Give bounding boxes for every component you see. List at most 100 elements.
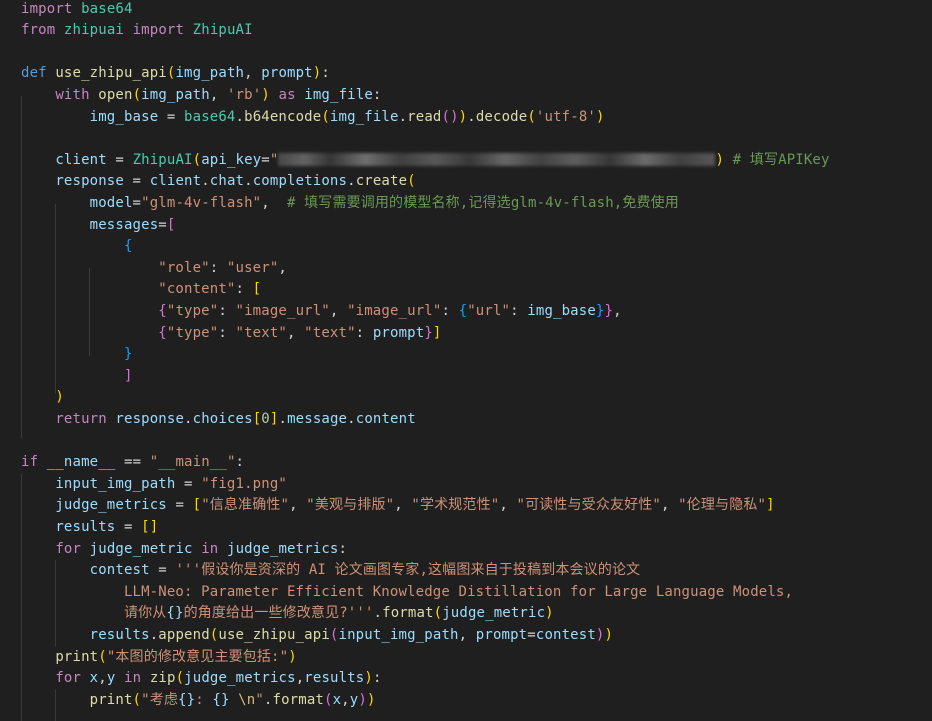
code-token: response: [55, 173, 124, 190]
code-token: :: [441, 302, 459, 319]
code-token: def: [21, 65, 47, 82]
code-token: .: [467, 108, 476, 125]
code-token: "__main__": [149, 454, 236, 471]
code-token: (: [98, 648, 107, 665]
code-token: ,: [98, 670, 107, 687]
code-token: }: [604, 302, 614, 319]
code-token: .: [347, 173, 356, 190]
code-line: img_base = base64.b64encode(img_file.rea…: [21, 107, 605, 129]
code-token: ,: [295, 670, 305, 687]
code-token: ): [458, 108, 468, 125]
code-token: "text": [235, 324, 287, 341]
code-token: img_file: [329, 108, 399, 125]
code-token: import: [21, 0, 73, 17]
code-token: ,: [661, 497, 679, 514]
code-token: open: [98, 86, 133, 103]
code-token: {: [458, 302, 468, 319]
code-token: model: [89, 194, 133, 211]
code-token: (: [329, 626, 339, 643]
code-token: for: [55, 540, 82, 557]
code-token: ": [255, 691, 264, 708]
redacted-api-key: [278, 153, 716, 167]
code-token: }: [595, 302, 605, 319]
code-token: ): [366, 691, 376, 708]
code-token: decode: [475, 108, 528, 125]
code-token: ,: [394, 497, 412, 514]
code-token: "glm-4v-flash": [141, 194, 262, 211]
code-token: :: [355, 324, 373, 341]
code-token: =: [132, 194, 142, 211]
code-token: append: [158, 626, 210, 643]
code-token: img_base: [527, 302, 596, 319]
code-token: content: [355, 410, 416, 427]
code-token: :: [209, 259, 227, 276]
code-token: ]: [123, 367, 133, 384]
code-token: (: [527, 108, 536, 125]
code-token: base64: [81, 0, 133, 17]
code-token: "美观与排版": [306, 497, 395, 514]
code-token: "text": [304, 324, 356, 341]
code-token: client: [55, 151, 107, 168]
code-token: "content": [158, 281, 236, 298]
code-token: (: [175, 670, 185, 687]
code-token: (: [132, 691, 142, 708]
code-line: {"type": "text", "text": prompt}]: [21, 323, 442, 345]
code-token: '''假设你是资深的 AI 论文画图专家,这幅图来自于投稿到本会议的论文: [175, 562, 641, 579]
code-token: [: [252, 281, 262, 298]
code-token: ): [55, 389, 64, 406]
code-editor[interactable]: import base64 from zhipuai import ZhipuAI…: [0, 0, 932, 721]
code-token: completions: [252, 173, 348, 190]
code-token: [: [192, 497, 202, 514]
code-token: {: [158, 324, 167, 341]
code-token: judge_metric: [442, 605, 546, 622]
code-token: judge_metric: [89, 540, 193, 557]
code-token: []: [141, 518, 159, 535]
code-token: ]: [432, 324, 442, 341]
code-line: 请你从{}的角度给出一些修改意见?'''.format(judge_metric…: [21, 603, 554, 625]
code-line: results = []: [21, 517, 158, 539]
code-token: results: [89, 626, 150, 643]
code-token: =: [149, 562, 176, 579]
code-token: .: [278, 410, 288, 427]
code-token: ,: [499, 497, 517, 514]
code-line: "content": [: [21, 279, 261, 301]
code-token: judge_metrics: [184, 670, 296, 687]
code-line: {"type": "image_url", "image_url": {"url…: [21, 301, 622, 323]
code-token: api_key: [201, 151, 262, 168]
code-token: ,: [289, 497, 307, 514]
code-token: use_zhipu_api: [55, 65, 167, 82]
code-token: .: [149, 626, 159, 643]
code-line: return response.choices[0].message.conte…: [21, 409, 416, 431]
code-line: for judge_metric in judge_metrics:: [21, 539, 347, 561]
code-line: if __name__ == "__main__":: [21, 452, 244, 474]
code-line: ]: [21, 366, 133, 388]
code-line: {: [21, 236, 133, 258]
code-token: "可读性与受众友好性": [516, 497, 661, 514]
code-line: judge_metrics = ["信息准确性", "美观与排版", "学术规范…: [21, 495, 775, 517]
code-token: {: [123, 238, 133, 255]
code-token: =: [527, 626, 536, 643]
code-token: [: [166, 216, 176, 233]
code-token: ": [269, 151, 279, 168]
code-token: with: [55, 86, 90, 103]
code-token: "伦理与隐私": [678, 497, 767, 514]
code-token: ]: [766, 497, 775, 514]
code-token: from: [21, 22, 56, 39]
code-line: client = ZhipuAI(api_key=") # 填写APIKey: [21, 150, 830, 172]
code-token: (: [407, 173, 416, 190]
